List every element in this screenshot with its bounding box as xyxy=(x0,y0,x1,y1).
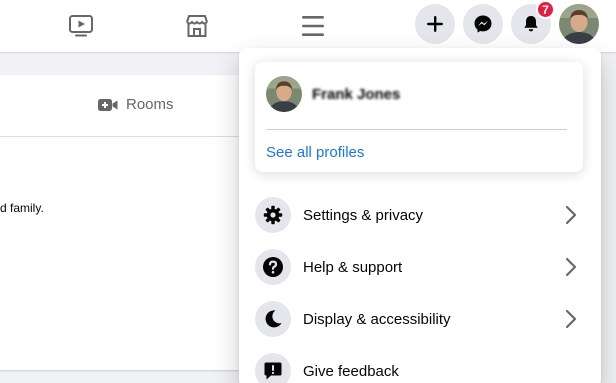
account-avatar[interactable] xyxy=(559,4,599,44)
account-menu: Frank Jones See all profiles Settings & … xyxy=(239,48,601,383)
chevron-right-icon xyxy=(561,257,581,277)
watch-icon[interactable] xyxy=(65,10,97,42)
rooms-label: Rooms xyxy=(126,96,174,113)
create-button[interactable] xyxy=(415,4,455,44)
post-text: d family. xyxy=(0,201,44,215)
chevron-right-icon xyxy=(561,309,581,329)
bell-icon xyxy=(524,16,538,32)
profile-name: Frank Jones xyxy=(312,85,401,103)
top-navigation-bar: 7 xyxy=(0,0,616,52)
profile-card: Frank Jones See all profiles xyxy=(255,62,583,172)
display-accessibility-label: Display & accessibility xyxy=(303,310,451,328)
notifications-button[interactable]: 7 xyxy=(511,0,555,44)
gear-icon xyxy=(255,197,291,233)
give-feedback-label: Give feedback xyxy=(303,362,399,380)
settings-privacy-item[interactable]: Settings & privacy xyxy=(255,193,585,237)
notification-badge: 7 xyxy=(536,0,555,19)
settings-privacy-label: Settings & privacy xyxy=(303,206,424,224)
give-feedback-item[interactable]: Give feedback xyxy=(255,349,585,383)
messenger-button[interactable] xyxy=(463,4,503,44)
post-divider xyxy=(0,136,280,137)
menu-icon[interactable] xyxy=(297,10,329,42)
see-all-profiles-link[interactable]: See all profiles xyxy=(266,144,364,161)
display-accessibility-item[interactable]: Display & accessibility xyxy=(255,297,585,341)
plus-icon xyxy=(427,16,443,32)
profile-divider xyxy=(266,129,567,130)
help-support-label: Help & support xyxy=(303,258,403,276)
messenger-icon xyxy=(474,15,492,33)
video-camera-icon xyxy=(98,98,118,111)
moon-icon xyxy=(255,301,291,337)
marketplace-icon[interactable] xyxy=(181,10,213,42)
feedback-icon xyxy=(255,353,291,383)
profile-link[interactable]: Frank Jones xyxy=(266,76,400,112)
background-post-card xyxy=(0,75,280,370)
chevron-right-icon xyxy=(561,205,581,225)
rooms-tab[interactable]: Rooms xyxy=(98,96,174,113)
profile-avatar xyxy=(266,76,302,112)
help-support-item[interactable]: Help & support xyxy=(255,245,585,289)
help-icon xyxy=(255,249,291,285)
